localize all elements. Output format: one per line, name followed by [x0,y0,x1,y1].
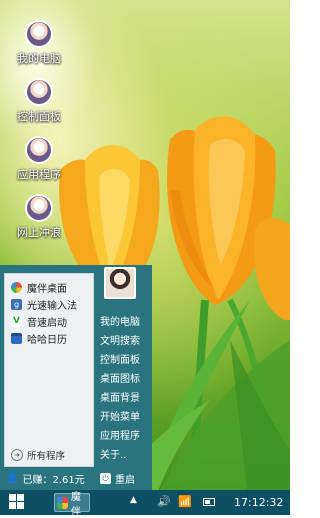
desktop-icon-applications[interactable]: 应用程序 [8,138,70,182]
restart-button[interactable]: ⏻ 重启 [100,471,135,486]
app-item-moban-desktop[interactable]: 魔伴桌面 [11,280,67,295]
wifi-icon[interactable]: 📶 [178,495,192,508]
calendar-icon [11,332,22,344]
desktop-icon-internet[interactable]: 网上冲浪 [8,196,70,240]
windows-logo-icon [9,494,16,501]
all-programs-button[interactable]: ➜ 所有程序 [11,448,65,462]
desktop-icon-control-panel[interactable]: 控制面板 [8,80,70,124]
user-avatar[interactable] [104,267,136,299]
desktop-icon-label: 网上冲浪 [17,226,61,239]
app-item-label: 哈哈日历 [27,334,67,346]
menu-item-my-computer[interactable]: 我的电脑 [100,313,140,328]
desktop-icon-label: 我的电脑 [17,52,61,65]
keyboard-g-icon: g [11,298,22,310]
earnings-status: 👤 已赚：2.61元 [6,471,85,486]
desktop-icon-label: 应用程序 [17,168,61,181]
arrow-right-icon: ➜ [11,449,23,461]
app-item-label: 音速启动 [27,317,67,329]
start-menu: 魔伴桌面 g 光速输入法 V 音速启动 哈哈日历 ➜ 所有程序 我的电脑 文明搜… [0,265,152,490]
windows-start-button[interactable] [9,494,25,510]
applications-avatar-icon [27,138,51,162]
desktop-icon-my-computer[interactable]: 我的电脑 [8,22,70,66]
start-menu-app-list: 魔伴桌面 g 光速输入法 V 音速启动 哈哈日历 ➜ 所有程序 [4,273,94,467]
menu-item-control-panel[interactable]: 控制面板 [100,351,140,366]
battery-icon[interactable] [203,498,215,506]
app-item-haha-calendar[interactable]: 哈哈日历 [11,331,67,346]
person-icon: 👤 [6,473,19,484]
menu-item-applications[interactable]: 应用程序 [100,427,140,442]
all-programs-label: 所有程序 [27,451,66,462]
volume-icon[interactable]: 🔊 [157,495,171,508]
desktop-icon-label: 控制面板 [17,110,61,123]
tray-expand-icon[interactable]: ▲ [130,495,137,505]
v-launcher-icon: V [11,315,22,327]
menu-item-search[interactable]: 文明搜索 [100,332,140,347]
taskbar-app-moban[interactable]: 魔伴 [54,492,90,518]
my-computer-avatar-icon [27,22,51,46]
taskbar: 魔伴 ▲ 🔊 📶 17:12:32 [0,490,290,518]
app-item-label: 魔伴桌面 [27,283,67,295]
pinwheel-icon [11,281,22,293]
earnings-label: 已赚：2.61元 [22,475,85,486]
menu-item-start-menu[interactable]: 开始菜单 [100,408,140,423]
restart-label: 重启 [115,475,135,486]
clock[interactable]: 17:12:32 [234,496,283,509]
menu-item-desktop-icons[interactable]: 桌面图标 [100,370,140,385]
control-panel-avatar-icon [27,80,51,104]
app-item-lightspeed-input[interactable]: g 光速输入法 [11,297,77,312]
internet-avatar-icon [27,196,51,220]
power-icon: ⏻ [100,473,111,484]
app-item-label: 光速输入法 [27,300,77,312]
pinwheel-icon [57,496,68,509]
app-item-sonic-launch[interactable]: V 音速启动 [11,314,67,329]
menu-item-about[interactable]: 关于.. [100,446,126,461]
taskbar-app-label: 魔伴 [70,491,81,518]
menu-item-desktop-background[interactable]: 桌面背景 [100,389,140,404]
